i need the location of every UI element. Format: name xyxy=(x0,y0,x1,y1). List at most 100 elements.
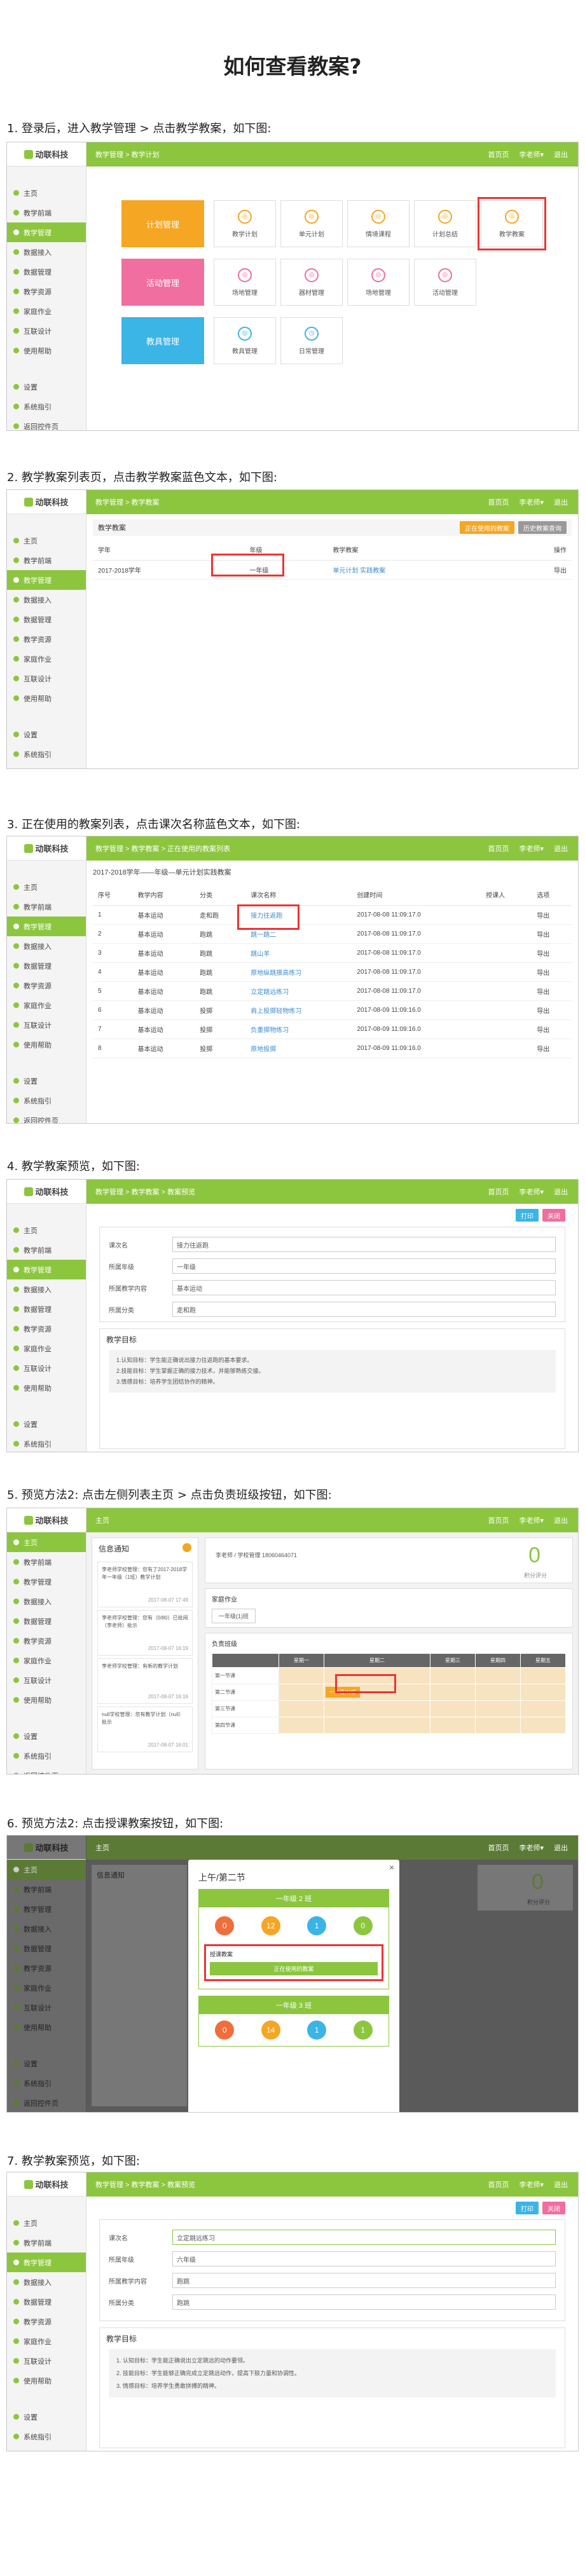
activity-management-tile[interactable]: 活动管理 xyxy=(121,259,204,306)
user-menu[interactable]: 李老师▾ xyxy=(519,149,544,160)
sidebar-item-back[interactable]: 返回控件页 xyxy=(7,1766,86,1774)
sidebar-item-home[interactable]: 主页 xyxy=(7,1532,86,1552)
sidebar-item-data-in[interactable]: 数据接入 xyxy=(7,936,86,956)
sidebar-item-resource[interactable]: 教学资源 xyxy=(7,1631,86,1651)
sidebar-item-data-in[interactable]: 数据接入 xyxy=(7,2272,86,2292)
sidebar-item-home[interactable]: 主页 xyxy=(7,1220,86,1240)
sidebar-item-front[interactable]: 教学前端 xyxy=(7,1552,86,1572)
sidebar-item-settings[interactable]: 设置 xyxy=(7,725,86,744)
sidebar-item-settings[interactable]: 设置 xyxy=(7,377,86,397)
sidebar-item-help[interactable]: 使用帮助 xyxy=(7,1690,86,1710)
in-use-button[interactable]: 正在使用的教案 xyxy=(460,521,514,534)
sidebar-item-resource[interactable]: 教学资源 xyxy=(7,1958,86,1978)
lesson-name-link[interactable]: 跳山羊 xyxy=(245,943,352,963)
sidebar-item-back[interactable]: 返回控件页 xyxy=(7,764,86,768)
sidebar-item-home[interactable]: 主页 xyxy=(7,1860,86,1879)
sidebar-item-data[interactable]: 数据管理 xyxy=(7,1611,86,1631)
sidebar-item-front[interactable]: 教学前端 xyxy=(7,2233,86,2252)
sidebar-item-guide[interactable]: 系统指引 xyxy=(7,2073,86,2093)
tile-scenario[interactable]: ◎ 情境课程 xyxy=(347,200,410,247)
home-link[interactable]: 首页页 xyxy=(488,843,509,854)
sidebar-item-design[interactable]: 互联设计 xyxy=(7,1670,86,1690)
sidebar-item-data[interactable]: 数据管理 xyxy=(7,2292,86,2312)
sidebar-item-teaching[interactable]: 教学管理 xyxy=(7,1899,86,1919)
sidebar-item-teaching[interactable]: 教学管理 xyxy=(7,917,86,936)
user-menu[interactable]: 李老师▾ xyxy=(519,1187,544,1197)
sidebar-item-guide[interactable]: 系统指引 xyxy=(7,397,86,416)
sidebar-item-data[interactable]: 数据管理 xyxy=(7,1299,86,1319)
sidebar-item-home[interactable]: 主页 xyxy=(7,2213,86,2233)
lesson-name-link[interactable]: 肩上投掷轻物练习 xyxy=(245,1000,352,1020)
close-button[interactable]: 关闭 xyxy=(542,2202,565,2214)
sidebar-item-help[interactable]: 使用帮助 xyxy=(7,1035,86,1054)
sidebar-item-back[interactable]: 返回控件页 xyxy=(7,2093,86,2112)
sidebar-item-resource[interactable]: 教学资源 xyxy=(7,282,86,301)
sidebar-item-data[interactable]: 数据管理 xyxy=(7,262,86,282)
sidebar-item-help[interactable]: 使用帮助 xyxy=(7,341,86,360)
sidebar-item-home[interactable]: 主页 xyxy=(7,877,86,897)
tile-daily[interactable]: ◷ 日常管理 xyxy=(280,317,343,364)
tile-venue[interactable]: ◎ 场地管理 xyxy=(214,259,276,306)
lesson-name-link[interactable]: 负重掷物练习 xyxy=(245,1019,352,1039)
sidebar-item-front[interactable]: 教学前端 xyxy=(7,1879,86,1899)
teaching-plan-button[interactable]: 正在使用的教案 xyxy=(210,1962,378,1975)
logout-link[interactable]: 退出 xyxy=(554,2179,568,2190)
sidebar-item-teaching[interactable]: 教学管理 xyxy=(7,570,86,590)
tile-unit-plan[interactable]: ◎ 单元计划 xyxy=(280,200,343,247)
home-link[interactable]: 首页页 xyxy=(488,1515,509,1525)
sidebar-item-homework[interactable]: 家庭作业 xyxy=(7,649,86,669)
home-link[interactable]: 首页页 xyxy=(488,1843,509,1853)
sidebar-item-homework[interactable]: 家庭作业 xyxy=(7,1978,86,1998)
sidebar-item-design[interactable]: 互联设计 xyxy=(7,321,86,341)
export-link[interactable]: 导出 xyxy=(532,905,572,925)
sidebar-item-front[interactable]: 教学前端 xyxy=(7,897,86,917)
notice-item[interactable]: 李老师学校管理：有新的教学计划 2017-08-07 16:16 xyxy=(97,1658,193,1704)
sidebar-item-help[interactable]: 使用帮助 xyxy=(7,2371,86,2390)
sidebar-item-design[interactable]: 互联设计 xyxy=(7,1358,86,1378)
tile-tools[interactable]: ◎ 教具管理 xyxy=(214,317,276,364)
lesson-name-link[interactable]: 立定跳远练习 xyxy=(245,981,352,1001)
sidebar-item-front[interactable]: 教学前端 xyxy=(7,1240,86,1260)
tile-venue-2[interactable]: ◎ 场地管理 xyxy=(347,259,410,306)
tools-management-tile[interactable]: 教具管理 xyxy=(121,317,204,364)
sidebar-item-settings[interactable]: 设置 xyxy=(7,2054,86,2073)
sidebar-item-homework[interactable]: 家庭作业 xyxy=(7,995,86,1015)
sidebar-item-settings[interactable]: 设置 xyxy=(7,2407,86,2427)
sidebar-item-homework[interactable]: 家庭作业 xyxy=(7,1339,86,1358)
logout-link[interactable]: 退出 xyxy=(554,497,568,507)
sidebar-item-data-in[interactable]: 数据接入 xyxy=(7,1591,86,1611)
export-link[interactable]: 导出 xyxy=(506,560,572,580)
plan-management-tile[interactable]: 计划管理 xyxy=(121,200,204,247)
sidebar-item-homework[interactable]: 家庭作业 xyxy=(7,1651,86,1670)
user-menu[interactable]: 李老师▾ xyxy=(519,2179,544,2190)
home-link[interactable]: 首页页 xyxy=(488,1187,509,1197)
notice-item[interactable]: 李老师学校管理：您有了2017-2018学年一年级（1班）教学计划 2017-08… xyxy=(97,1562,193,1607)
close-button[interactable]: 关闭 xyxy=(542,1209,565,1222)
tile-activity[interactable]: ◎ 活动管理 xyxy=(414,259,476,306)
sidebar-item-design[interactable]: 互联设计 xyxy=(7,669,86,688)
print-button[interactable]: 打印 xyxy=(516,2202,539,2214)
export-link[interactable]: 导出 xyxy=(532,962,572,982)
user-menu[interactable]: 李老师▾ xyxy=(519,497,544,507)
sidebar-item-guide[interactable]: 系统指引 xyxy=(7,1746,86,1766)
tile-summary[interactable]: ◎ 计划总结 xyxy=(414,200,476,247)
sidebar-item-resource[interactable]: 教学资源 xyxy=(7,629,86,649)
sidebar-item-back[interactable]: 返回控件页 xyxy=(7,2446,86,2451)
print-button[interactable]: 打印 xyxy=(516,1209,539,1222)
sidebar-item-back[interactable]: 返回控件页 xyxy=(7,1110,86,1123)
sidebar-item-homework[interactable]: 家庭作业 xyxy=(7,301,86,321)
logout-link[interactable]: 退出 xyxy=(554,1843,568,1853)
home-link[interactable]: 首页页 xyxy=(488,149,509,160)
sidebar-item-settings[interactable]: 设置 xyxy=(7,1726,86,1746)
logout-link[interactable]: 退出 xyxy=(554,149,568,160)
logout-link[interactable]: 退出 xyxy=(554,1515,568,1525)
sidebar-item-homework[interactable]: 家庭作业 xyxy=(7,2331,86,2351)
sidebar-item-teaching[interactable]: 教学管理 xyxy=(7,2252,86,2272)
user-menu[interactable]: 李老师▾ xyxy=(519,1515,544,1525)
export-link[interactable]: 导出 xyxy=(532,1019,572,1039)
sidebar-item-data[interactable]: 数据管理 xyxy=(7,610,86,629)
sidebar-item-resource[interactable]: 教学资源 xyxy=(7,976,86,995)
sidebar-item-help[interactable]: 使用帮助 xyxy=(7,1378,86,1398)
sidebar-item-guide[interactable]: 系统指引 xyxy=(7,1434,86,1452)
sidebar-item-settings[interactable]: 设置 xyxy=(7,1071,86,1091)
